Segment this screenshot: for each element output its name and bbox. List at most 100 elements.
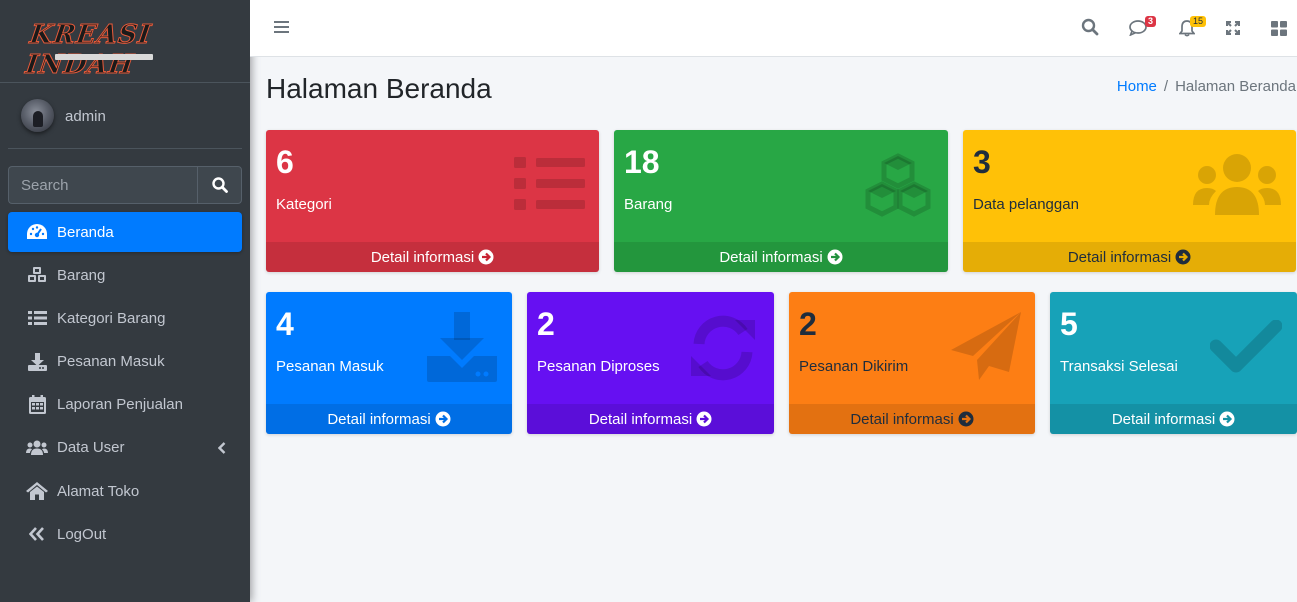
check-icon (1209, 319, 1283, 381)
users-icon (1193, 153, 1281, 222)
main-sidebar: KREASI INDAH admin Beranda Barang (0, 0, 250, 602)
box-label: Pesanan Diproses (537, 358, 660, 375)
box-footer-label: Detail informasi (1111, 410, 1216, 428)
sync-icon (687, 312, 759, 389)
navbar-search-icon[interactable] (1081, 18, 1099, 41)
sidebar-item-label: Barang (57, 266, 106, 284)
brand-logo-tagline (55, 54, 153, 60)
messages-badge: 3 (1145, 16, 1157, 27)
small-box-kategori: 6 Kategori Detail informasi (266, 130, 599, 272)
cubes-icon (862, 153, 934, 222)
box-footer-link[interactable]: Detail informasi (266, 404, 512, 434)
list-icon (26, 308, 48, 328)
sidebar-item-label: Kategori Barang (57, 309, 166, 327)
small-box-pesanan-dikirim: 2 Pesanan Dikirim Detail informasi (789, 292, 1035, 434)
breadcrumb-current: Halaman Beranda (1175, 78, 1296, 95)
box-footer-link[interactable]: Detail informasi (963, 242, 1296, 272)
paper-plane-icon (949, 310, 1023, 389)
sidebar-item-beranda[interactable]: Beranda (8, 212, 242, 252)
box-footer-label: Detail informasi (850, 410, 954, 428)
users-icon (26, 438, 48, 458)
sidebar-item-kategori-barang[interactable]: Kategori Barang (8, 298, 242, 338)
small-box-pesanan-masuk: 4 Pesanan Masuk Detail informasi (266, 292, 512, 434)
sidebar-item-pesanan-masuk[interactable]: Pesanan Masuk (8, 342, 242, 382)
small-box-data-pelanggan: 3 Data pelanggan Detail informasi (963, 130, 1296, 272)
top-navbar: 3 15 (250, 0, 1297, 57)
box-footer-label: Detail informasi (719, 248, 823, 266)
sidebar-item-label: Beranda (57, 223, 114, 241)
sidebar-item-label: Laporan Penjualan (57, 396, 183, 414)
box-footer-label: Detail informasi (327, 410, 431, 428)
sidebar-item-alamat-toko[interactable]: Alamat Toko (8, 471, 242, 511)
user-panel[interactable]: admin (8, 83, 242, 149)
box-value: 18 (624, 144, 660, 180)
sidebar-item-data-user[interactable]: Data User (8, 428, 242, 468)
brand-logo: KREASI INDAH (23, 20, 154, 81)
box-footer-link[interactable]: Detail informasi (789, 404, 1035, 434)
download-icon (426, 312, 498, 389)
breadcrumb-home-link[interactable]: Home (1117, 78, 1157, 95)
small-box-pesanan-diproses: 2 Pesanan Diproses Detail informasi (527, 292, 774, 434)
fullscreen-icon[interactable] (1225, 20, 1241, 40)
notifications-badge: 15 (1190, 16, 1207, 27)
sidebar-nav: Beranda Barang Kategori Barang Pesanan M… (8, 212, 242, 558)
box-label: Kategori (276, 196, 332, 213)
box-label: Pesanan Dikirim (799, 358, 909, 375)
arrow-circle-right-icon (958, 411, 974, 427)
box-value: 3 (973, 144, 991, 180)
search-input[interactable] (8, 166, 197, 204)
box-label: Pesanan Masuk (276, 358, 384, 375)
sidebar-item-barang[interactable]: Barang (8, 255, 242, 295)
search-icon (211, 177, 228, 193)
small-box-transaksi-selesai: 5 Transaksi Selesai Detail informasi (1050, 292, 1297, 434)
arrow-circle-right-icon (696, 411, 712, 427)
sidebar-item-label: Pesanan Masuk (57, 353, 165, 371)
user-name[interactable]: admin (65, 108, 106, 125)
sidebar-item-logout[interactable]: LogOut (8, 514, 242, 554)
box-label: Data pelanggan (973, 196, 1079, 213)
sidebar-item-laporan-penjualan[interactable]: Laporan Penjualan (8, 385, 242, 425)
brand-link[interactable]: KREASI INDAH (0, 0, 250, 83)
breadcrumb-separator: / (1163, 78, 1169, 95)
arrow-circle-right-icon (1219, 411, 1235, 427)
box-value: 2 (799, 306, 817, 342)
box-footer-label: Detail informasi (370, 248, 475, 266)
search-button[interactable] (197, 166, 242, 204)
sidebar-item-label: Data User (57, 439, 125, 457)
arrow-circle-right-icon (1175, 249, 1191, 265)
cubes-icon (26, 265, 48, 285)
box-value: 4 (276, 306, 294, 342)
list-icon (514, 155, 585, 218)
menu-toggle-icon[interactable] (274, 20, 289, 39)
box-footer-link[interactable]: Detail informasi (614, 242, 948, 272)
breadcrumb: Home / Halaman Beranda (1117, 78, 1296, 95)
arrow-circle-right-icon (435, 411, 451, 427)
box-value: 6 (276, 144, 294, 180)
small-box-barang: 18 Barang Detail informasi (614, 130, 948, 272)
arrow-circle-right-icon (827, 249, 843, 265)
notifications-icon[interactable]: 15 (1178, 16, 1207, 42)
box-footer-link[interactable]: Detail informasi (266, 242, 599, 272)
tachometer-icon (26, 222, 48, 242)
home-icon (26, 481, 48, 501)
sidebar-item-label: Alamat Toko (57, 482, 140, 500)
calendar-icon (26, 395, 48, 415)
page-title: Halaman Beranda (266, 73, 492, 104)
download-icon (26, 352, 48, 372)
box-label: Transaksi Selesai (1060, 358, 1178, 375)
avatar (21, 99, 54, 132)
box-label: Barang (624, 196, 673, 213)
chevron-left-icon (217, 441, 226, 458)
box-footer-label: Detail informasi (588, 410, 693, 428)
box-footer-link[interactable]: Detail informasi (1050, 404, 1297, 434)
arrow-circle-right-icon (478, 249, 494, 265)
double-left-icon (26, 524, 48, 544)
box-value: 5 (1060, 306, 1078, 342)
box-value: 2 (537, 306, 555, 342)
sidebar-search (8, 166, 242, 204)
sidebar-item-label: LogOut (57, 525, 107, 543)
grid-apps-icon[interactable] (1271, 21, 1287, 41)
box-footer-link[interactable]: Detail informasi (527, 404, 774, 434)
messages-icon[interactable]: 3 (1129, 16, 1157, 41)
box-footer-label: Detail informasi (1067, 248, 1172, 266)
